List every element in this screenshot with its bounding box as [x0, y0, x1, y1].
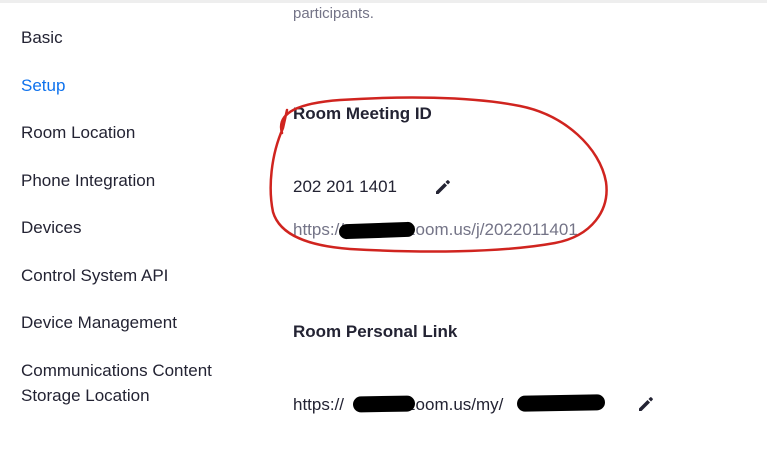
- personal-link-redaction-1: [352, 395, 416, 413]
- sidebar-item-control-system-api[interactable]: Control System API: [21, 263, 168, 288]
- sidebar-item-setup[interactable]: Setup: [21, 73, 65, 98]
- room-settings-page: Basic Setup Room Location Phone Integrat…: [0, 0, 767, 463]
- settings-sidebar: Basic Setup Room Location Phone Integrat…: [0, 0, 260, 463]
- meeting-link-prefix: https://: [293, 220, 345, 239]
- sidebar-item-communications-content-storage[interactable]: Communications Content Storage Location: [21, 358, 212, 408]
- room-meeting-id-title: Room Meeting ID: [293, 104, 432, 123]
- sidebar-item-devices[interactable]: Devices: [21, 215, 81, 240]
- sidebar-item-room-location[interactable]: Room Location: [21, 120, 135, 145]
- room-meeting-link[interactable]: https:// zoom.us/j/2022011401: [293, 220, 578, 240]
- personal-link-suffix: zoom.us/my/: [407, 395, 504, 414]
- personal-link-prefix: https://: [293, 395, 345, 414]
- pencil-icon[interactable]: [433, 177, 453, 197]
- room-personal-link-title: Room Personal Link: [293, 322, 458, 341]
- setup-content: participants. Room Meeting ID 202 201 14…: [293, 0, 767, 463]
- personal-link-redaction-2: [516, 394, 606, 412]
- sidebar-item-basic[interactable]: Basic: [21, 25, 63, 50]
- sidebar-item-label-line2: Storage Location: [21, 386, 150, 405]
- sidebar-item-device-management[interactable]: Device Management: [21, 310, 177, 335]
- meeting-link-suffix: zoom.us/j/2022011401: [407, 220, 578, 239]
- room-meeting-id-value: 202 201 1401: [293, 177, 397, 196]
- pencil-icon[interactable]: [636, 394, 656, 414]
- meeting-link-redaction: [338, 221, 416, 240]
- sidebar-item-label-line1: Communications Content: [21, 361, 212, 380]
- section-description: participants.: [293, 5, 374, 22]
- sidebar-item-phone-integration[interactable]: Phone Integration: [21, 168, 155, 193]
